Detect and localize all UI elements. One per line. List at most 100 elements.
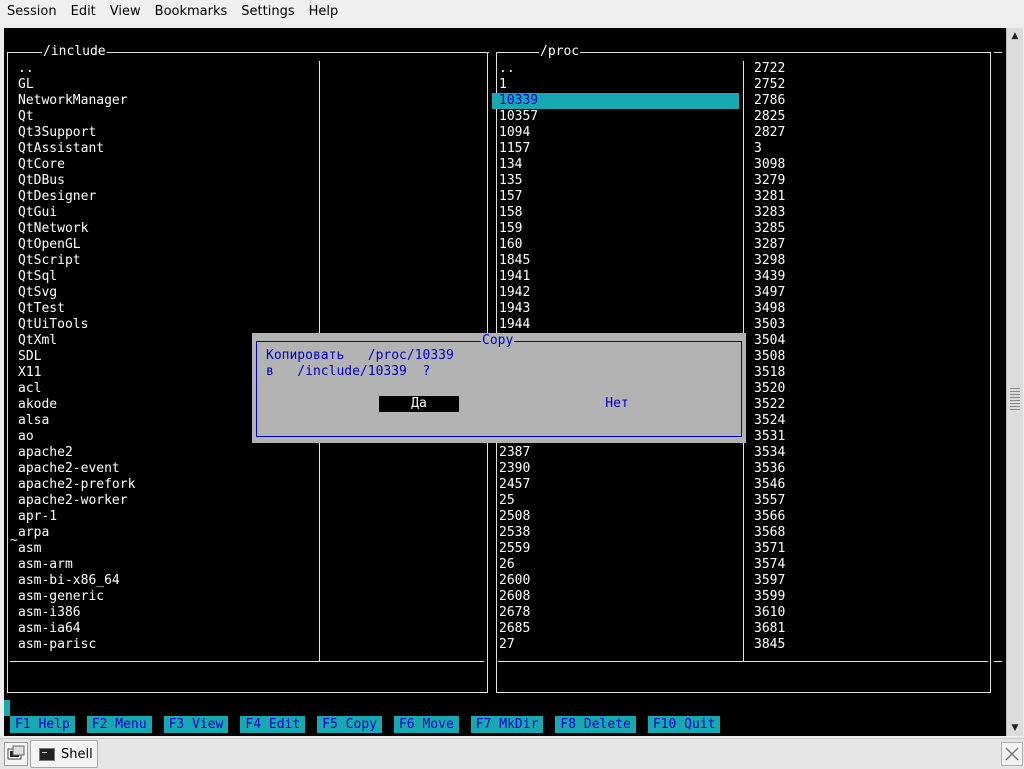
function-key-f10[interactable]: F10 Quit <box>647 716 721 733</box>
right-file-row[interactable]: 3568 <box>754 525 984 541</box>
right-file-row[interactable]: 160 <box>499 237 739 253</box>
right-file-row-selected[interactable]: 10339 <box>492 93 739 109</box>
function-key-f3[interactable]: F3 View <box>163 716 229 733</box>
right-file-row[interactable]: 3279 <box>754 173 984 189</box>
right-file-row[interactable]: 2600 <box>499 573 739 589</box>
left-file-row[interactable]: apache2-event <box>18 461 308 477</box>
right-file-row[interactable]: 3566 <box>754 509 984 525</box>
right-file-row[interactable]: 2538 <box>499 525 739 541</box>
right-file-row[interactable]: 3522 <box>754 397 984 413</box>
right-file-row[interactable]: 1157 <box>499 141 739 157</box>
right-file-row[interactable]: 135 <box>499 173 739 189</box>
function-key-f4[interactable]: F4 Edit <box>240 716 306 733</box>
right-file-row[interactable]: 3508 <box>754 349 984 365</box>
menu-settings[interactable]: Settings <box>234 0 301 24</box>
left-file-row[interactable]: GL <box>18 77 308 93</box>
right-file-row[interactable]: 2827 <box>754 125 984 141</box>
right-file-row[interactable]: 2559 <box>499 541 739 557</box>
right-file-row[interactable]: 3845 <box>754 637 984 653</box>
left-file-row[interactable]: Qt <box>18 109 308 125</box>
left-file-row[interactable]: asm-generic <box>18 589 308 605</box>
menu-edit[interactable]: Edit <box>64 0 103 24</box>
left-file-row[interactable]: QtTest <box>18 301 308 317</box>
right-file-row[interactable]: .. <box>499 61 739 77</box>
confirm-yes-button[interactable]: Да <box>379 396 459 412</box>
right-file-row[interactable]: 3298 <box>754 253 984 269</box>
left-file-row[interactable]: Qt3Support <box>18 125 308 141</box>
right-file-row[interactable]: 2457 <box>499 477 739 493</box>
left-file-row[interactable]: QtNetwork <box>18 221 308 237</box>
right-file-row[interactable]: 3571 <box>754 541 984 557</box>
right-file-row[interactable]: 1944 <box>499 317 739 333</box>
right-file-row[interactable]: 3546 <box>754 477 984 493</box>
confirm-no-button[interactable]: Нет <box>582 396 652 412</box>
left-file-row[interactable]: apr-1 <box>18 509 308 525</box>
tray-show-desktop-icon[interactable] <box>1001 742 1023 766</box>
left-file-row[interactable]: QtGui <box>18 205 308 221</box>
menu-session[interactable]: Session <box>0 0 64 24</box>
scroll-down-arrow-icon[interactable]: ▼ <box>1007 720 1023 736</box>
left-file-row[interactable]: QtDesigner <box>18 189 308 205</box>
right-file-row[interactable]: 3439 <box>754 269 984 285</box>
right-file-row[interactable]: 3524 <box>754 413 984 429</box>
left-file-row[interactable]: asm-parisc <box>18 637 308 653</box>
right-file-row[interactable]: 3503 <box>754 317 984 333</box>
right-file-row[interactable]: 1941 <box>499 269 739 285</box>
right-file-row[interactable]: 134 <box>499 157 739 173</box>
right-file-row[interactable]: 25 <box>499 493 739 509</box>
right-file-row[interactable]: 2786 <box>754 93 984 109</box>
right-file-row[interactable]: 159 <box>499 221 739 237</box>
function-key-f8[interactable]: F8 Delete <box>555 716 636 733</box>
right-file-row[interactable]: 2508 <box>499 509 739 525</box>
right-file-row[interactable]: 3281 <box>754 189 984 205</box>
right-file-row[interactable]: 158 <box>499 205 739 221</box>
left-file-row[interactable]: NetworkManager <box>18 93 308 109</box>
right-file-row[interactable]: 2722 <box>754 61 984 77</box>
right-file-row[interactable]: 157 <box>499 189 739 205</box>
right-file-row[interactable]: 3610 <box>754 605 984 621</box>
left-file-row[interactable]: asm-bi-x86_64 <box>18 573 308 589</box>
right-file-row[interactable]: 2825 <box>754 109 984 125</box>
menu-bookmarks[interactable]: Bookmarks <box>148 0 235 24</box>
left-file-row[interactable]: arpa <box>18 525 308 541</box>
left-file-row[interactable]: asm-ia64 <box>18 621 308 637</box>
right-file-row[interactable]: 3497 <box>754 285 984 301</box>
function-key-f7[interactable]: F7 MkDir <box>470 716 544 733</box>
right-file-row[interactable]: 2608 <box>499 589 739 605</box>
right-file-row[interactable]: 1942 <box>499 285 739 301</box>
right-file-row[interactable]: 1845 <box>499 253 739 269</box>
right-file-row[interactable]: 3520 <box>754 381 984 397</box>
right-file-row[interactable]: 2678 <box>499 605 739 621</box>
right-file-row[interactable]: 3681 <box>754 621 984 637</box>
right-file-row[interactable]: 3557 <box>754 493 984 509</box>
konsole-icon[interactable] <box>4 742 28 766</box>
scrollbar-grip-icon[interactable] <box>1010 388 1020 410</box>
left-file-row[interactable]: QtScript <box>18 253 308 269</box>
right-file-row[interactable]: 10357 <box>499 109 739 125</box>
function-key-f1[interactable]: F1 Help <box>10 716 75 733</box>
right-file-row[interactable]: 1094 <box>499 125 739 141</box>
left-file-row[interactable]: asm-i386 <box>18 605 308 621</box>
scroll-up-arrow-icon[interactable]: ▲ <box>1007 28 1023 44</box>
right-file-row[interactable]: 3287 <box>754 237 984 253</box>
right-file-row[interactable]: 3599 <box>754 589 984 605</box>
left-file-row[interactable]: apache2-worker <box>18 493 308 509</box>
left-file-row[interactable]: QtUiTools <box>18 317 308 333</box>
left-file-row[interactable]: QtSql <box>18 269 308 285</box>
left-file-row[interactable]: asm-arm <box>18 557 308 573</box>
terminal-scrollbar[interactable]: ▲ ▼ <box>1006 28 1023 736</box>
right-file-row[interactable]: 3504 <box>754 333 984 349</box>
right-file-row[interactable]: 1 <box>499 77 739 93</box>
right-file-row[interactable]: 3283 <box>754 205 984 221</box>
left-file-row[interactable]: QtSvg <box>18 285 308 301</box>
left-file-row[interactable]: QtDBus <box>18 173 308 189</box>
right-file-row[interactable]: 3 <box>754 141 984 157</box>
left-file-row[interactable]: QtOpenGL <box>18 237 308 253</box>
left-file-row[interactable]: QtAssistant <box>18 141 308 157</box>
right-file-row[interactable]: 1943 <box>499 301 739 317</box>
left-file-row[interactable]: QtCore <box>18 157 308 173</box>
function-key-f5[interactable]: F5 Copy <box>317 716 382 733</box>
left-file-row[interactable]: asm <box>18 541 308 557</box>
function-key-f2[interactable]: F2 Menu <box>86 716 152 733</box>
right-file-row[interactable]: 3531 <box>754 429 984 445</box>
